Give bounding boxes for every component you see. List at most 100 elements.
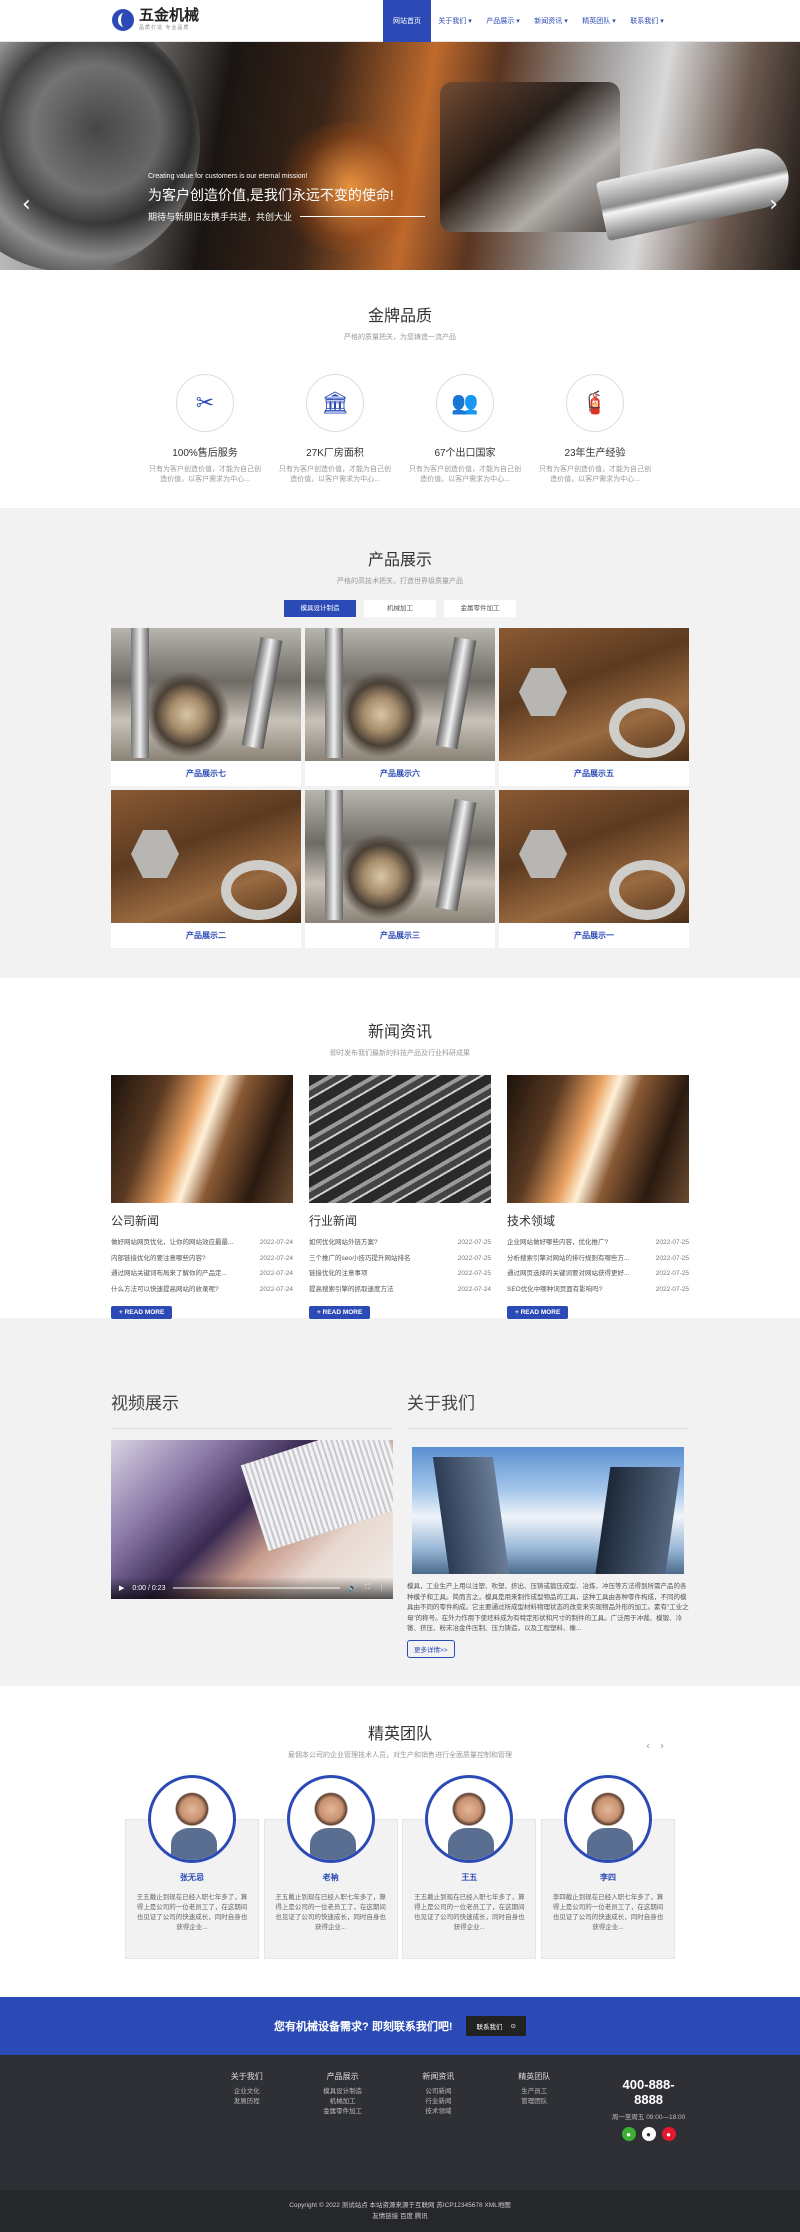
product-card[interactable]: 产品展示六 (305, 628, 495, 786)
footer-link[interactable]: 生产员工 (486, 2087, 582, 2097)
member-name[interactable]: 李四 (542, 1872, 674, 1883)
news-image[interactable] (309, 1075, 491, 1203)
about-column: 关于我们 模具，工业生产上用以注塑、吹塑、挤出、压铸或锻压成型、冶炼、冲压等方法… (407, 1389, 689, 1658)
footer-link[interactable]: 金属零件加工 (295, 2107, 391, 2117)
weibo-icon[interactable]: ● (661, 2127, 676, 2141)
avatar[interactable] (563, 1775, 652, 1863)
friend-links[interactable]: 友情链接 百度 腾讯 (0, 2211, 800, 2222)
avatar[interactable] (286, 1775, 375, 1863)
team-next-icon[interactable]: › (660, 1741, 674, 1752)
product-name[interactable]: 产品展示二 (111, 923, 301, 948)
team-member-card[interactable]: 王五 王五戴止到现在已经入职七年多了，算得上是公司的一位老员工了，在这期间也见证了… (402, 1775, 537, 1959)
more-details-button[interactable]: 更多详情>> (407, 1640, 455, 1658)
footer-link[interactable]: 公司新闻 (391, 2087, 487, 2097)
footer-heading[interactable]: 精英团队 (486, 2071, 582, 2082)
video-progress-bar[interactable] (173, 1587, 341, 1589)
nav-contact[interactable]: 联系我们 ▾ (623, 0, 671, 42)
product-name[interactable]: 产品展示五 (499, 761, 689, 786)
footer-column-team: 精英团队 生产员工 管理团队 (486, 2071, 582, 2141)
news-item[interactable]: 分析搜索引擎对网站的排行规则有哪些方... 2022-07-25 (507, 1251, 689, 1267)
product-image[interactable] (499, 790, 689, 923)
avatar[interactable] (148, 1775, 236, 1863)
footer-link[interactable]: 机械加工 (295, 2097, 391, 2107)
footer-column-news: 新闻资讯 公司新闻 行业新闻 技术领域 (391, 2071, 487, 2141)
nav-team[interactable]: 精英团队 ▾ (575, 0, 623, 42)
tab-machining[interactable]: 机械加工 (364, 600, 436, 617)
news-image[interactable] (507, 1075, 689, 1203)
footer-link[interactable]: 模具设计制造 (295, 2087, 391, 2097)
about-image (412, 1447, 684, 1574)
read-more-button[interactable]: + READ MORE (111, 1306, 173, 1319)
qq-icon[interactable]: ● (641, 2127, 656, 2141)
nav-news[interactable]: 新闻资讯 ▾ (527, 0, 575, 42)
footer-link[interactable]: 管理团队 (486, 2097, 582, 2107)
volume-icon[interactable]: 🔊 (348, 1584, 357, 1592)
footer-link[interactable]: 发展历程 (199, 2097, 295, 2107)
news-item[interactable]: 内部链接优化的要注意哪些内容? 2022-07-24 (111, 1251, 293, 1267)
footer-link[interactable]: 技术领域 (391, 2107, 487, 2117)
news-item[interactable]: 企业网站做好哪些内容，优化推广? 2022-07-25 (507, 1235, 689, 1251)
fullscreen-icon[interactable]: ⛶ (365, 1584, 370, 1592)
news-category[interactable]: 技术领域 (507, 1212, 689, 1229)
product-card[interactable]: 产品展示一 (499, 790, 689, 948)
site-logo[interactable]: 五金机械 品质打造 专业品质 (112, 8, 199, 31)
banner-prev-icon[interactable]: ‹ (22, 192, 31, 217)
team-member-card[interactable]: 李四 李四截止到现在已经入职七年多了，算得上是公司的一位老员工了，在这期间也见证了… (540, 1775, 675, 1959)
footer-heading[interactable]: 产品展示 (295, 2071, 391, 2082)
news-item[interactable]: 如何优化网站外链方案? 2022-07-25 (309, 1235, 491, 1251)
product-image[interactable] (111, 790, 301, 923)
footer-link[interactable]: 企业文化 (199, 2087, 295, 2097)
news-item[interactable]: 三个推广的seo小技巧提升网站排名 2022-07-25 (309, 1251, 491, 1267)
footer-heading[interactable]: 关于我们 (199, 2071, 295, 2082)
read-more-button[interactable]: + READ MORE (309, 1306, 371, 1319)
product-card[interactable]: 产品展示五 (499, 628, 689, 786)
product-image[interactable] (499, 628, 689, 761)
avatar[interactable] (425, 1775, 514, 1863)
nav-products[interactable]: 产品展示 ▾ (479, 0, 527, 42)
news-item[interactable]: SEO优化中哪种词页面有影响吗? 2022-07-25 (507, 1282, 689, 1298)
product-name[interactable]: 产品展示一 (499, 923, 689, 948)
product-name[interactable]: 产品展示六 (305, 761, 495, 786)
quality-items: ✂ 100%售后服务 只有为客户创造价值，才能为自己创 造价值，以客户需求为中心.… (140, 374, 660, 485)
tab-mold-design[interactable]: 模具设计制造 (284, 600, 356, 617)
read-more-button[interactable]: + READ MORE (507, 1306, 569, 1319)
more-options-icon[interactable]: ⋮ (378, 1584, 385, 1592)
team-member-card[interactable]: 老衲 王五戴止到现在已经入职七年多了，算得上是公司的一位老员工了，在这期间也见证了… (263, 1775, 398, 1959)
banner-text: Creating value for customers is our eter… (148, 173, 426, 223)
banner-next-icon[interactable]: › (769, 192, 778, 217)
news-category[interactable]: 公司新闻 (111, 1212, 293, 1229)
product-name[interactable]: 产品展示三 (305, 923, 495, 948)
news-item[interactable]: 做好网站网页优化，让你的网站效应最最... 2022-07-24 (111, 1235, 293, 1251)
footer-link[interactable]: 行业新闻 (391, 2097, 487, 2107)
news-image[interactable] (111, 1075, 293, 1203)
product-image[interactable] (305, 628, 495, 761)
product-name[interactable]: 产品展示七 (111, 761, 301, 786)
product-image[interactable] (111, 628, 301, 761)
news-item[interactable]: 链接优化的注意事项 2022-07-25 (309, 1266, 491, 1282)
wechat-icon[interactable]: ● (621, 2127, 636, 2141)
nav-home[interactable]: 网站首页 (383, 0, 431, 42)
product-card[interactable]: 产品展示七 (111, 628, 301, 786)
video-player[interactable]: ▶ 0:00 / 0:23 🔊 ⛶ ⋮ (111, 1440, 393, 1599)
news-category[interactable]: 行业新闻 (309, 1212, 491, 1229)
team-prev-icon[interactable]: ‹ (646, 1741, 660, 1752)
tab-metal-parts[interactable]: 金属零件加工 (444, 600, 516, 617)
play-icon[interactable]: ▶ (119, 1584, 124, 1592)
banner-image-chuck (440, 82, 620, 232)
product-image[interactable] (305, 790, 495, 923)
news-item[interactable]: 通过网页选择的关键词要对网站获得更好... 2022-07-25 (507, 1266, 689, 1282)
news-item[interactable]: 什么方法可以快速提高网站的收录呢? 2022-07-24 (111, 1282, 293, 1298)
product-card[interactable]: 产品展示三 (305, 790, 495, 948)
news-item[interactable]: 通过网站关键词布局来了解你的产品定... 2022-07-24 (111, 1266, 293, 1282)
contact-us-button[interactable]: 联系我们 ⊙ (466, 2016, 526, 2036)
member-name[interactable]: 张无忌 (126, 1872, 258, 1883)
quality-title: 金牌品质 (367, 308, 432, 325)
contact-us-label: 联系我们 (476, 2024, 503, 2031)
footer-heading[interactable]: 新闻资讯 (391, 2071, 487, 2082)
news-item[interactable]: 提高搜索引擎的抓取速度方法 2022-07-24 (309, 1282, 491, 1298)
nav-about[interactable]: 关于我们 ▾ (431, 0, 479, 42)
member-name[interactable]: 老衲 (265, 1872, 397, 1883)
member-name[interactable]: 王五 (403, 1872, 535, 1883)
product-card[interactable]: 产品展示二 (111, 790, 301, 948)
team-member-card[interactable]: 张无忌 王五戴止到现在已经入职七年多了，算得上是公司的一位老员工了，在这期间也见证… (125, 1775, 259, 1959)
